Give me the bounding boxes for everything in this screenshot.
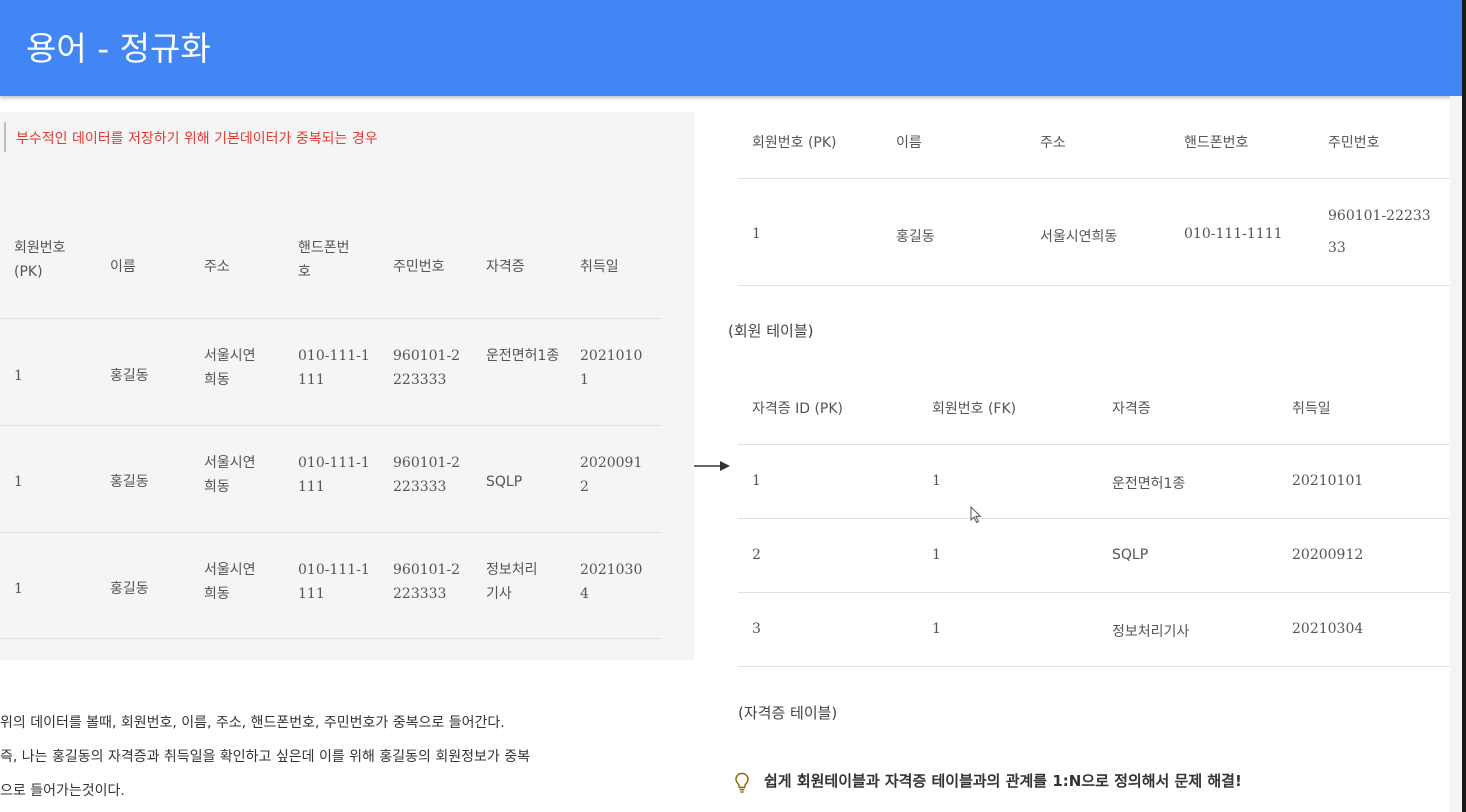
member-header-address: 주소 bbox=[1040, 135, 1066, 151]
left-cell-cert: 정보처리기사 bbox=[486, 562, 538, 602]
left-header-ssn: 주민번호 bbox=[393, 259, 445, 275]
cert-cell-id: 2 bbox=[752, 547, 761, 563]
row-divider bbox=[0, 425, 662, 426]
left-cell-id: 1 bbox=[14, 474, 23, 490]
cert-cell-id: 3 bbox=[752, 621, 761, 637]
left-cell-ssn: 960101-2223333 bbox=[393, 348, 461, 388]
left-header-name: 이름 bbox=[110, 259, 136, 275]
row-divider bbox=[738, 285, 1450, 286]
left-cell-name: 홍길동 bbox=[110, 581, 149, 597]
callout-text: 부수적인 데이터를 저장하기 위해 기본데이터가 중복되는 경우 bbox=[16, 131, 378, 147]
left-cell-id: 1 bbox=[14, 368, 23, 384]
left-cell-ssn: 960101-2223333 bbox=[393, 562, 461, 602]
row-divider bbox=[738, 444, 1450, 445]
member-cell-name: 홍길동 bbox=[896, 229, 935, 245]
cert-cell-date: 20200912 bbox=[1292, 547, 1364, 563]
cert-cell-member: 1 bbox=[932, 473, 941, 489]
scroll-track[interactable] bbox=[1450, 96, 1462, 812]
cert-cell-id: 1 bbox=[752, 473, 761, 489]
callout-bar bbox=[4, 122, 6, 152]
cert-cell-cert: SQLP bbox=[1112, 547, 1149, 563]
left-cell-name: 홍길동 bbox=[110, 368, 149, 384]
page-title: 용어 - 정규화 bbox=[26, 29, 211, 68]
left-cell-id: 1 bbox=[14, 581, 23, 597]
member-cell-phone: 010-111-1111 bbox=[1184, 226, 1283, 242]
cert-header-date: 취득일 bbox=[1292, 401, 1331, 417]
explanation-line: 위의 데이터를 볼때, 회원번호, 이름, 주소, 핸드폰번호, 주민번호가 중… bbox=[0, 715, 505, 731]
mouse-cursor-icon bbox=[970, 506, 982, 524]
member-cell-ssn-cont: 33 bbox=[1328, 240, 1346, 256]
left-cell-phone: 010-111-1111 bbox=[298, 562, 370, 602]
row-divider bbox=[0, 532, 662, 533]
cert-cell-member: 1 bbox=[932, 547, 941, 563]
cert-cell-date: 20210101 bbox=[1292, 473, 1364, 489]
left-header-address: 주소 bbox=[204, 259, 230, 275]
left-cell-date: 20210101 bbox=[580, 348, 643, 388]
row-divider bbox=[738, 592, 1450, 593]
cert-header-member: 회원번호 (FK) bbox=[932, 401, 1017, 417]
member-header-id: 회원번호 (PK) bbox=[752, 135, 837, 151]
row-divider bbox=[0, 318, 662, 319]
cert-header-cert: 자격증 bbox=[1112, 401, 1151, 417]
member-cell-address: 서울시연희동 bbox=[1040, 229, 1118, 245]
left-header-date: 취득일 bbox=[580, 259, 619, 275]
left-cell-address: 서울시연희동 bbox=[204, 455, 256, 495]
left-header-cert: 자격증 bbox=[486, 259, 525, 275]
member-table-caption: (회원 테이블) bbox=[728, 322, 814, 340]
left-cell-address: 서울시연희동 bbox=[204, 562, 256, 602]
tip-text: 쉽게 회원테이블과 자격증 테이블과의 관계를 1:N으로 정의해서 문제 해결… bbox=[764, 772, 1242, 790]
explanation-line: 으로 들어가는것이다. bbox=[0, 783, 125, 799]
row-divider bbox=[738, 666, 1450, 667]
left-cell-cert: SQLP bbox=[486, 474, 523, 490]
cert-table-caption: (자격증 테이블) bbox=[738, 704, 838, 722]
arrow-right-icon bbox=[694, 461, 730, 471]
left-cell-name: 홍길동 bbox=[110, 474, 149, 490]
cert-cell-cert: 운전면허1종 bbox=[1112, 476, 1186, 492]
left-header-phone: 핸드폰번호 bbox=[298, 240, 350, 280]
member-header-name: 이름 bbox=[896, 135, 922, 151]
row-divider bbox=[738, 178, 1450, 179]
left-header-member-id: 회원번호 (PK) bbox=[14, 240, 66, 280]
lightbulb-icon bbox=[735, 772, 749, 793]
row-divider bbox=[0, 638, 662, 639]
window-edge bbox=[1462, 0, 1466, 812]
cert-header-id: 자격증 ID (PK) bbox=[752, 401, 843, 417]
cert-cell-member: 1 bbox=[932, 621, 941, 637]
left-cell-cert: 운전면허1종 bbox=[486, 348, 560, 364]
explanation-line: 즉, 나는 홍길동의 자격증과 취득일을 확인하고 싶은데 이를 위해 홍길동의… bbox=[0, 749, 530, 765]
cert-cell-date: 20210304 bbox=[1292, 621, 1364, 637]
left-cell-date: 20210304 bbox=[580, 562, 643, 602]
cert-cell-cert: 정보처리기사 bbox=[1112, 624, 1190, 640]
left-cell-date: 20200912 bbox=[580, 455, 643, 495]
member-header-ssn: 주민번호 bbox=[1328, 135, 1380, 151]
left-cell-phone: 010-111-1111 bbox=[298, 455, 370, 495]
left-cell-address: 서울시연희동 bbox=[204, 348, 256, 388]
member-cell-id: 1 bbox=[752, 226, 761, 242]
member-header-phone: 핸드폰번호 bbox=[1184, 135, 1249, 151]
row-divider bbox=[738, 518, 1450, 519]
left-cell-phone: 010-111-1111 bbox=[298, 348, 370, 388]
slide-header: 용어 - 정규화 bbox=[0, 0, 1462, 96]
member-cell-ssn: 960101-22233 bbox=[1328, 208, 1431, 224]
left-cell-ssn: 960101-2223333 bbox=[393, 455, 461, 495]
